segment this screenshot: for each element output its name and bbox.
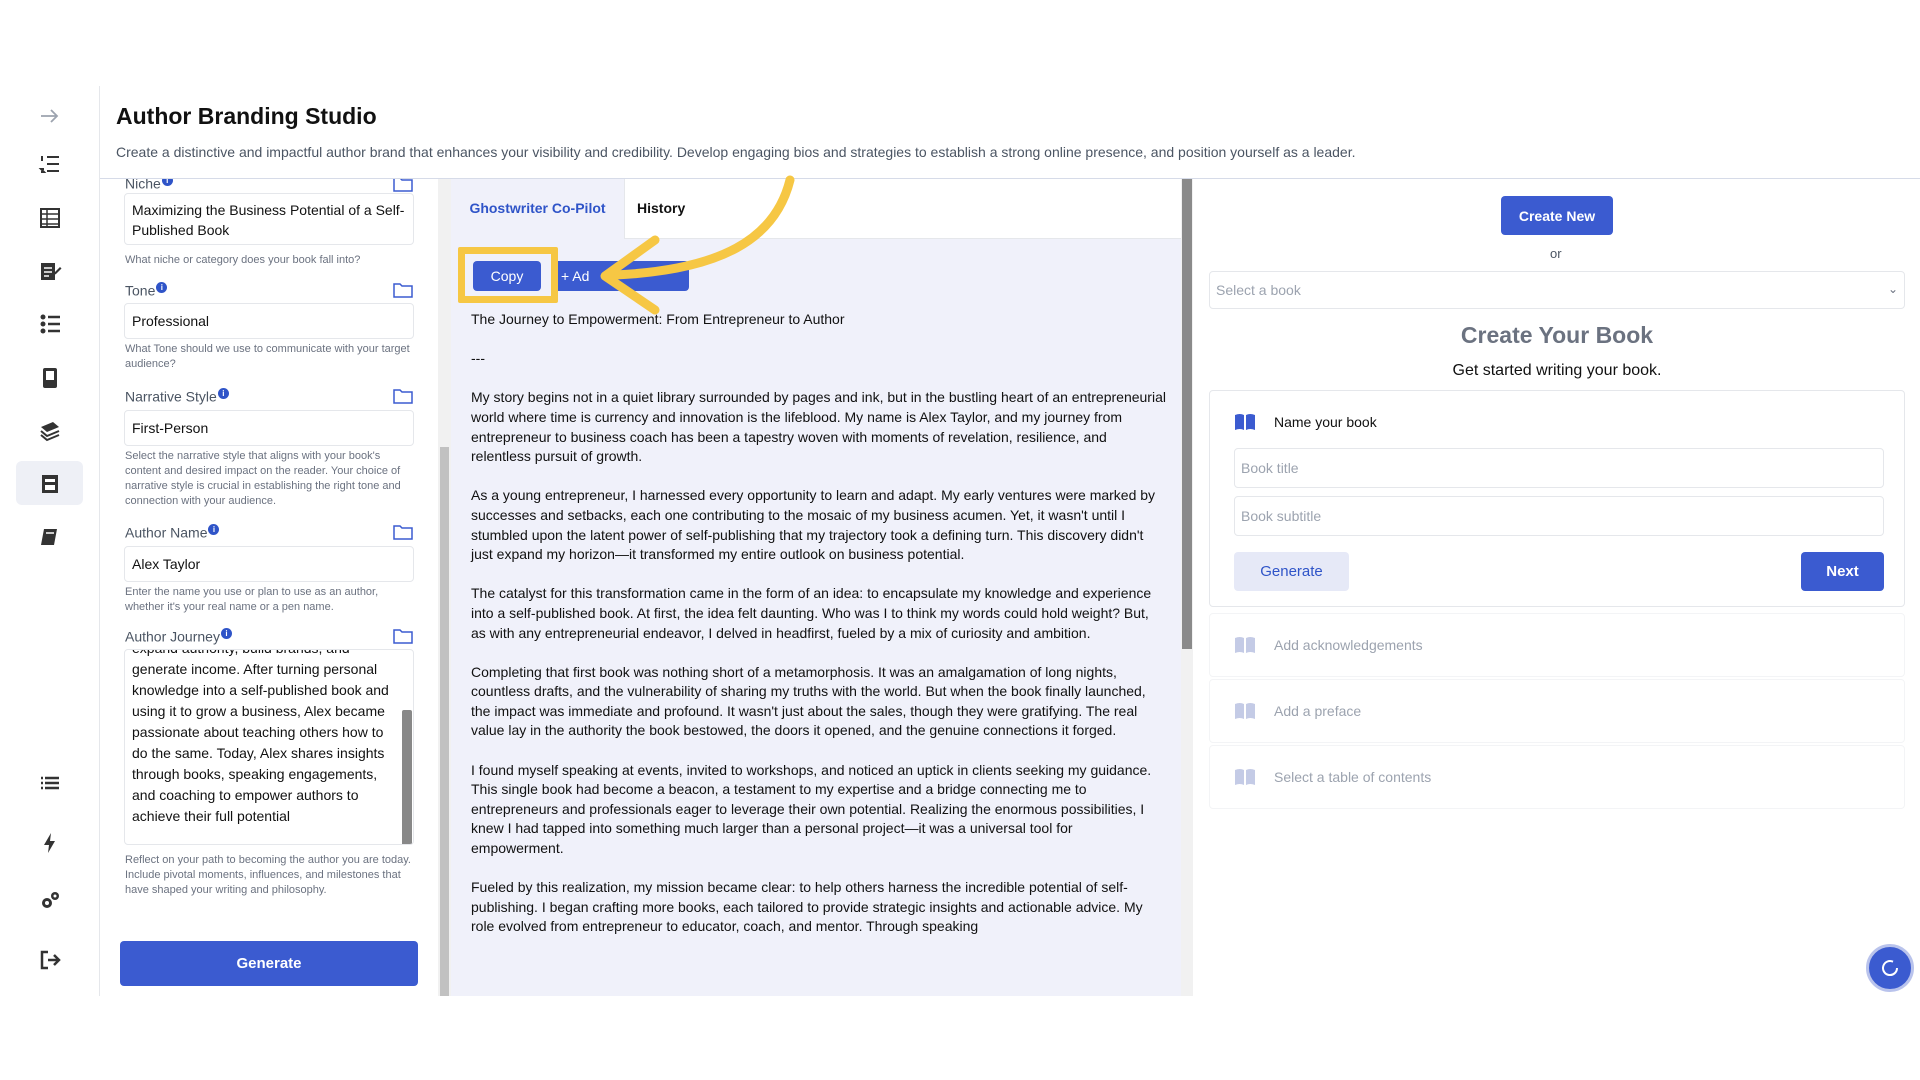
list-icon[interactable] [36,770,64,798]
step-table-of-contents[interactable]: Select a table of contents [1209,745,1905,809]
info-icon: i [156,282,168,293]
journey-scrollbar[interactable] [402,710,412,844]
open-book-icon [1235,703,1255,719]
document-paragraph: I found myself speaking at events, invit… [471,761,1152,857]
author-name-help: Enter the name you use or plan to use as… [125,586,379,613]
page-title: Author Branding Studio [116,103,377,129]
next-button[interactable]: Next [1801,552,1884,591]
info-icon: i [220,628,232,639]
phone-book-icon[interactable] [36,364,64,392]
page-subtitle: Create a distinctive and impactful autho… [116,144,1356,160]
app-window: Author Branding Studio Create a distinct… [0,0,1920,1080]
create-book-subtitle: Get started writing your book. [1452,362,1662,379]
generate-brand-button[interactable]: Generate [120,941,418,986]
numbered-list-icon[interactable] [36,150,64,178]
icon-sidebar [0,86,100,996]
info-icon: i [217,388,229,399]
tone-label: Tone i [125,282,168,299]
folder-icon[interactable] [393,282,413,298]
create-book-title: Create Your Book [1460,322,1654,348]
archive-book-icon[interactable] [36,470,64,498]
logout-icon[interactable] [36,946,64,974]
open-book-icon [1235,637,1255,653]
create-new-button[interactable]: Create New [1501,196,1613,235]
niche-label: Niche i [125,179,173,192]
book-title-input[interactable]: Book title [1234,448,1884,488]
brand-form-panel: Niche i Maximizing the Business Potential… [100,179,438,996]
create-book-panel: Create New or Select a book ⌄ Create You… [1193,179,1920,996]
closed-book-icon[interactable] [36,523,64,551]
gears-icon[interactable] [36,887,64,915]
book-subtitle-input[interactable]: Book subtitle [1234,496,1884,536]
folder-icon[interactable] [393,628,413,644]
document-heading: The Journey to Empowerment: From Entrepr… [471,311,845,327]
copilot-tabs: Ghostwriter Co-Pilot History [451,179,1181,239]
or-separator: or [1550,246,1562,261]
document-paragraph: My story begins not in a quiet library s… [471,389,1166,465]
checklist-icon[interactable] [36,310,64,338]
step-acknowledgements[interactable]: Add acknowledgements [1209,613,1905,677]
generate-title-button[interactable]: Generate [1234,552,1349,591]
form-scrollbar-thumb[interactable] [440,447,449,996]
stacked-books-icon[interactable] [36,417,64,445]
edit-document-icon[interactable] [36,257,64,285]
narrative-style-field[interactable]: First-Person [124,410,414,446]
author-journey-label: Author Journey i [125,628,232,645]
document-paragraph: Completing that first book was nothing s… [471,663,1146,739]
copilot-scrollbar-thumb[interactable] [1182,179,1192,649]
author-journey-field[interactable]: expand authority, build brands, and gene… [124,649,414,845]
generated-document: The Journey to Empowerment: From Entrepr… [471,310,1166,957]
name-book-step: Name your book Book title Book subtitle … [1209,390,1905,607]
folder-icon[interactable] [393,524,413,540]
folder-icon[interactable] [393,179,413,192]
narrative-style-label: Narrative Style i [125,388,229,405]
book-select[interactable]: Select a book ⌄ [1209,271,1905,309]
lightning-icon[interactable] [36,829,64,857]
narrative-style-help: Select the narrative style that aligns w… [125,450,401,507]
add-button[interactable]: + Ad [553,261,689,291]
tone-help: What Tone should we use to communicate w… [125,343,410,370]
spinner-icon [1882,960,1899,977]
arrow-right-icon[interactable] [36,102,64,130]
assistant-launcher-button[interactable] [1866,944,1914,992]
document-paragraph: The catalyst for this transformation cam… [471,585,1152,641]
info-icon: i [161,179,173,186]
niche-field[interactable]: Maximizing the Business Potential of a S… [124,193,414,245]
author-name-field[interactable]: Alex Taylor [124,546,414,582]
document-paragraph: As a young entrepreneur, I harnessed eve… [471,487,1156,563]
tab-ghostwriter-copilot[interactable]: Ghostwriter Co-Pilot [451,179,625,239]
tone-field[interactable]: Professional [124,303,414,339]
step-preface[interactable]: Add a preface [1209,679,1905,743]
folder-icon[interactable] [393,388,413,404]
info-icon: i [208,524,220,535]
name-book-label: Name your book [1274,414,1377,430]
copy-highlight-box [458,247,558,303]
table-icon[interactable] [36,204,64,232]
document-paragraph: Fueled by this realization, my mission b… [471,879,1143,935]
chevron-down-icon: ⌄ [1887,282,1898,296]
author-name-label: Author Name i [125,524,220,541]
niche-help: What niche or category does your book fa… [125,254,361,266]
document-separator: --- [471,350,485,367]
open-book-icon [1235,414,1255,430]
author-journey-help: Reflect on your path to becoming the aut… [125,854,411,896]
open-book-icon [1235,769,1255,785]
tab-history[interactable]: History [637,179,685,239]
ghostwriter-panel: Ghostwriter Co-Pilot History Copy + Ad T… [451,179,1181,996]
